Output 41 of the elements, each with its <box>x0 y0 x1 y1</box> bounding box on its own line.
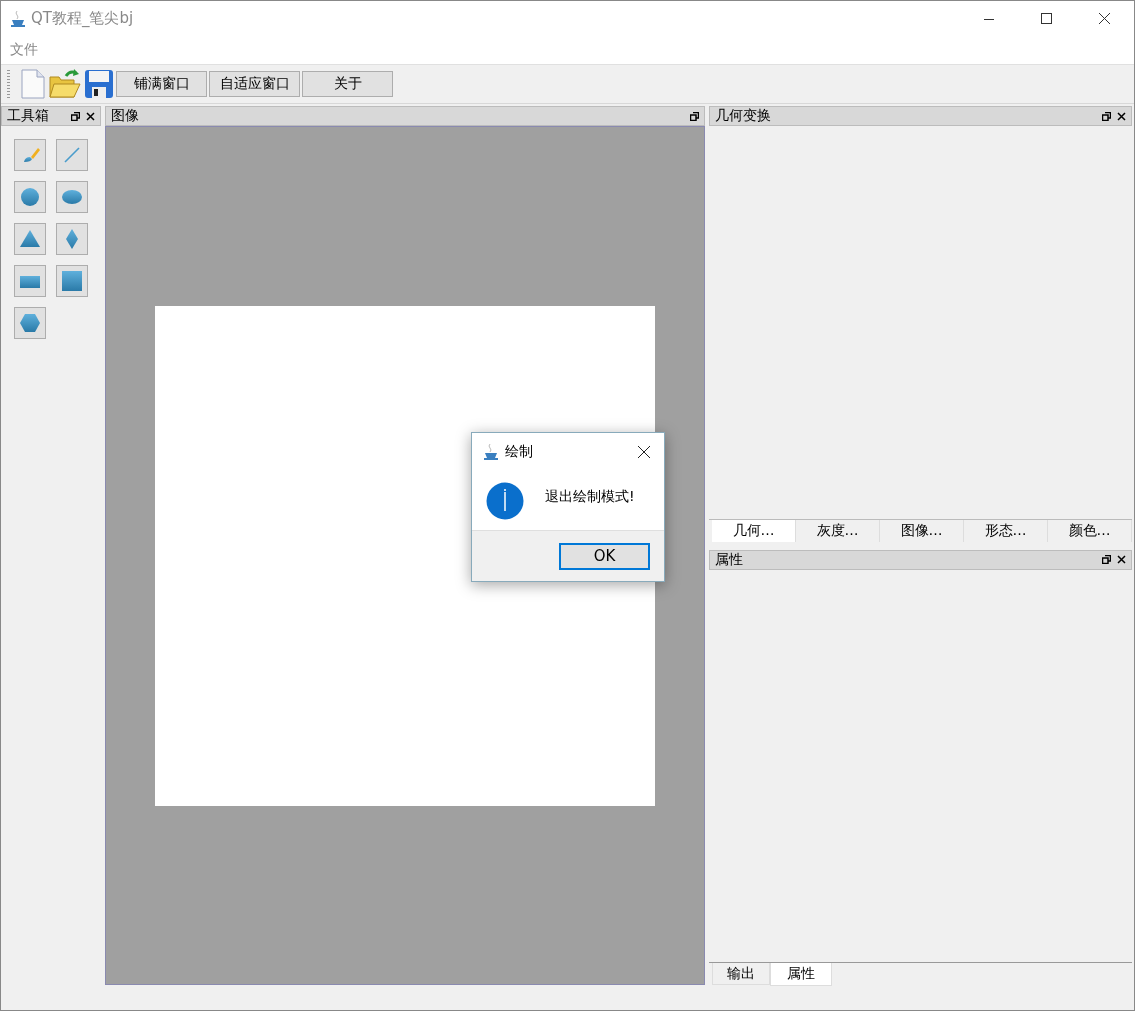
close-icon[interactable] <box>86 111 95 121</box>
dialog-message: 退出绘制模式! <box>545 487 635 506</box>
coffee-cup-icon <box>484 444 498 460</box>
tool-button[interactable] <box>56 181 88 213</box>
save-icon[interactable] <box>84 69 114 99</box>
tool-button[interactable] <box>14 181 46 213</box>
coffee-cup-icon <box>11 10 25 27</box>
toolbar-button[interactable]: 自适应窗口 <box>209 71 300 97</box>
tool-button[interactable] <box>56 139 88 171</box>
dock-title: 几何变换 <box>715 107 772 125</box>
tool-button[interactable] <box>14 307 46 339</box>
menu-item[interactable]: 文件 <box>10 41 38 59</box>
float-icon[interactable] <box>1102 111 1111 121</box>
toolbar-button[interactable]: 铺满窗口 <box>116 71 207 97</box>
float-icon[interactable] <box>1102 555 1111 564</box>
tool-button[interactable] <box>56 265 88 297</box>
square-icon <box>61 270 83 292</box>
close-icon[interactable] <box>1117 111 1126 121</box>
window-title: QT教程_笔尖bj <box>31 9 135 28</box>
toolbar-button[interactable]: 关于 <box>302 71 393 97</box>
close-icon[interactable] <box>1117 555 1126 564</box>
float-icon[interactable] <box>690 111 699 121</box>
circle-icon <box>19 186 41 208</box>
tool-button[interactable] <box>14 223 46 255</box>
tool-button[interactable] <box>14 139 46 171</box>
dock-title: 属性 <box>715 550 744 569</box>
hexagon-icon <box>19 312 41 334</box>
dock-title: 图像 <box>111 107 140 125</box>
toolbar-grip[interactable] <box>7 70 10 98</box>
tab[interactable]: 几何… <box>712 519 796 542</box>
triangle-icon <box>19 228 41 250</box>
tab[interactable]: 属性 <box>770 963 832 986</box>
float-icon[interactable] <box>71 111 80 121</box>
tool-button[interactable] <box>14 265 46 297</box>
info-icon <box>486 481 524 520</box>
dock-title: 工具箱 <box>7 107 50 125</box>
tab[interactable]: 输出 <box>712 963 770 985</box>
dialog-title: 绘制 <box>505 443 534 461</box>
new-file-icon[interactable] <box>20 69 46 99</box>
tool-button[interactable] <box>56 223 88 255</box>
ok-button[interactable]: OK <box>559 542 650 570</box>
